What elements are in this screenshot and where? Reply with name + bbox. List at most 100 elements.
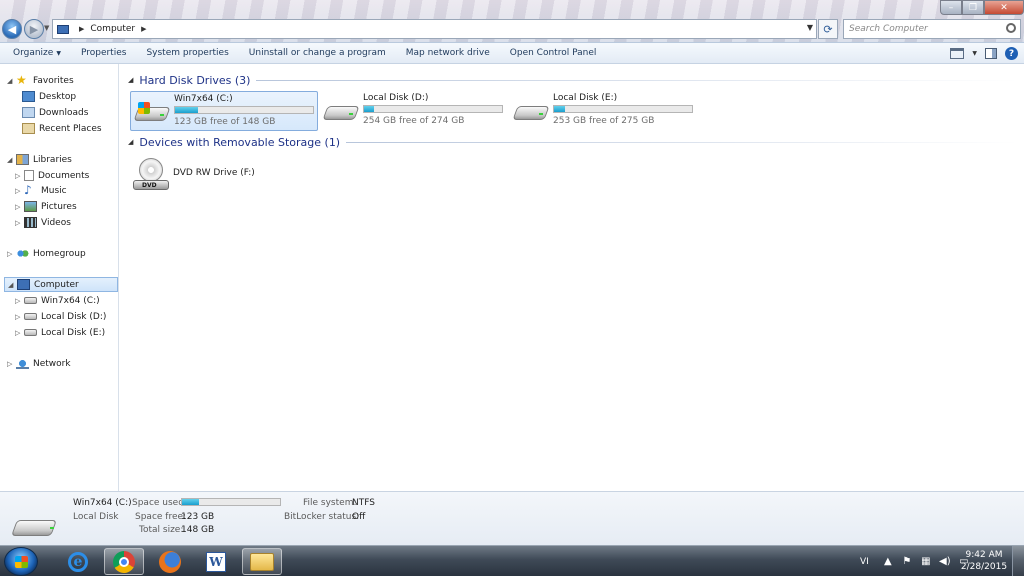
map-network-drive-button[interactable]: Map network drive [396, 48, 500, 58]
drive-usage-bar [174, 106, 314, 114]
expand-arrow-icon[interactable]: ▷ [15, 297, 20, 305]
expand-arrow-icon[interactable]: ▷ [15, 219, 20, 227]
folder-icon [250, 552, 274, 571]
clock[interactable]: 9:42 AM 2/28/2015 [960, 549, 1008, 573]
network-tray-icon[interactable]: ▦ [920, 556, 932, 568]
nav-libraries[interactable]: ◢ Libraries [7, 152, 72, 167]
taskbar-chrome[interactable] [104, 548, 144, 575]
change-view-icon[interactable] [950, 48, 965, 59]
group-header-removable[interactable]: ◢ Devices with Removable Storage (1) [128, 135, 1018, 149]
drive-tile-c[interactable]: Win7x64 (C:) 123 GB free of 148 GB [130, 91, 318, 131]
nav-item-documents[interactable]: ▷ Documents [15, 168, 89, 183]
drive-tile-e[interactable]: Local Disk (E:) 253 GB free of 275 GB [510, 91, 698, 131]
group-divider [256, 79, 1018, 81]
search-icon[interactable] [1006, 23, 1016, 33]
collapse-arrow-icon[interactable]: ◢ [8, 281, 13, 289]
expand-arrow-icon[interactable]: ▷ [15, 203, 20, 211]
view-options-dropdown-icon[interactable]: ▼ [972, 50, 977, 57]
internet-explorer-icon: e [68, 551, 88, 572]
nav-item-desktop[interactable]: Desktop [22, 89, 76, 104]
taskbar-word[interactable]: W [196, 548, 236, 575]
group-header-hard-disks[interactable]: ◢ Hard Disk Drives (3) [128, 73, 1018, 87]
collapse-arrow-icon[interactable]: ◢ [7, 77, 12, 85]
expand-arrow-icon[interactable]: ▷ [15, 172, 20, 180]
nav-label: Network [33, 358, 71, 369]
breadcrumb-chevron-icon[interactable]: ▶ [141, 25, 146, 33]
firefox-icon [159, 550, 181, 573]
language-indicator[interactable]: VI [860, 557, 869, 567]
expand-arrow-icon[interactable]: ▷ [7, 250, 12, 258]
refresh-button[interactable]: ⟳ [818, 19, 838, 39]
properties-button[interactable]: Properties [71, 48, 136, 58]
group-title: Hard Disk Drives (3) [139, 73, 251, 87]
recent-places-icon [22, 123, 35, 134]
nav-label: Libraries [33, 154, 72, 165]
breadcrumb-separator-icon[interactable]: ▶ [79, 25, 84, 33]
nav-item-pictures[interactable]: ▷ Pictures [15, 199, 77, 214]
minimize-button[interactable]: – [940, 0, 962, 15]
action-center-flag-icon[interactable]: ⚑ [901, 556, 913, 568]
nav-label: Videos [41, 217, 71, 228]
nav-label: Computer [34, 279, 79, 290]
expand-arrow-icon[interactable]: ▷ [15, 187, 20, 195]
restore-icon: ❐ [968, 2, 978, 13]
taskbar-firefox[interactable] [150, 548, 190, 575]
volume-icon[interactable]: ◀) [939, 556, 951, 568]
nav-item-downloads[interactable]: Downloads [22, 105, 88, 120]
nav-item-videos[interactable]: ▷ Videos [15, 215, 71, 230]
uninstall-program-button[interactable]: Uninstall or change a program [239, 48, 396, 58]
breadcrumb-computer[interactable]: Computer [90, 24, 135, 34]
minimize-icon: – [948, 2, 954, 13]
nav-favorites[interactable]: ◢ ★ Favorites [7, 73, 74, 88]
start-button[interactable] [4, 547, 38, 576]
nav-label: Local Disk (E:) [41, 327, 106, 338]
organize-menu[interactable]: Organize ▼ [3, 48, 71, 58]
space-free-label: Space free: [135, 512, 187, 522]
space-used-bar [181, 498, 281, 506]
nav-item-music[interactable]: ▷ ♪ Music [15, 183, 67, 198]
expand-arrow-icon[interactable]: ▷ [15, 313, 20, 321]
search-input[interactable]: Search Computer [843, 19, 1021, 39]
nav-item-recent-places[interactable]: Recent Places [22, 121, 102, 136]
address-bar[interactable]: ▶ Computer ▶ ▼ [52, 19, 817, 39]
expand-arrow-icon[interactable]: ▷ [15, 329, 20, 337]
collapse-arrow-icon[interactable]: ◢ [128, 138, 133, 146]
nav-homegroup[interactable]: ▷ Homegroup [7, 246, 86, 261]
nav-item-drive-d[interactable]: ▷ Local Disk (D:) [15, 309, 106, 324]
drive-name: Local Disk (D:) [363, 93, 429, 103]
nav-item-drive-c[interactable]: ▷ Win7x64 (C:) [15, 293, 100, 308]
nav-network[interactable]: ▷ Network [7, 356, 71, 371]
window-controls: – ❐ ✕ [940, 0, 1024, 15]
drive-usage-fill [364, 106, 374, 112]
drive-tile-d[interactable]: Local Disk (D:) 254 GB free of 274 GB [320, 91, 508, 131]
command-bar: Organize ▼ Properties System properties U… [0, 42, 1024, 64]
nav-item-drive-e[interactable]: ▷ Local Disk (E:) [15, 325, 105, 340]
refresh-icon: ⟳ [823, 22, 833, 36]
back-button[interactable]: ◀ [2, 19, 22, 39]
drive-icon [24, 313, 37, 320]
expand-arrow-icon[interactable]: ▷ [7, 360, 12, 368]
close-button[interactable]: ✕ [984, 0, 1024, 15]
documents-icon [24, 170, 34, 181]
help-icon[interactable]: ? [1005, 47, 1018, 60]
taskbar-internet-explorer[interactable]: e [58, 548, 98, 575]
preview-pane-icon[interactable] [985, 48, 997, 59]
drive-usage-fill [175, 107, 199, 113]
hard-drive-icon [11, 516, 58, 538]
restore-button[interactable]: ❐ [962, 0, 984, 15]
collapse-arrow-icon[interactable]: ◢ [7, 156, 12, 164]
nav-computer[interactable]: ◢ Computer [4, 277, 118, 292]
show-hidden-icons-icon[interactable]: ▲ [882, 556, 894, 568]
forward-button[interactable]: ▶ [24, 19, 44, 39]
bitlocker-label: BitLocker status: [284, 512, 360, 522]
address-history-dropdown-icon[interactable]: ▼ [807, 23, 813, 32]
nav-label: Homegroup [33, 248, 86, 259]
taskbar-explorer[interactable] [242, 548, 282, 575]
show-desktop-button[interactable] [1012, 546, 1024, 576]
collapse-arrow-icon[interactable]: ◢ [128, 76, 133, 84]
drive-free-space: 254 GB free of 274 GB [363, 116, 465, 126]
recent-pages-dropdown[interactable]: ▼ [44, 24, 49, 32]
system-properties-button[interactable]: System properties [136, 48, 238, 58]
open-control-panel-button[interactable]: Open Control Panel [500, 48, 607, 58]
space-used-label: Space used: [132, 498, 187, 508]
